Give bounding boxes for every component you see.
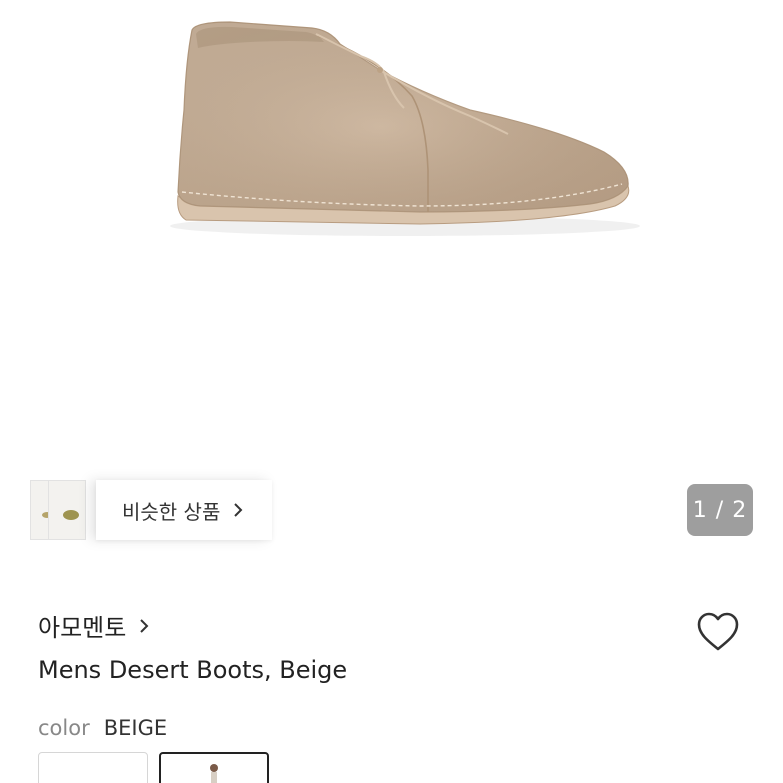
color-label: color: [38, 716, 90, 740]
heart-outline-icon: [697, 612, 739, 651]
similar-products-label: 비슷한 상품: [122, 499, 221, 524]
product-image: [170, 21, 640, 236]
similar-thumbnail: [48, 480, 86, 540]
similar-products[interactable]: 비슷한 상품: [30, 480, 272, 540]
product-image-carousel[interactable]: [0, 0, 783, 470]
image-counter-text: 1 / 2: [692, 497, 748, 523]
color-option-selected[interactable]: [159, 752, 269, 783]
chevron-right-icon: [232, 501, 244, 519]
color-option[interactable]: [38, 752, 148, 783]
wishlist-button[interactable]: [694, 608, 742, 656]
similar-products-button[interactable]: 비슷한 상품: [96, 480, 272, 540]
product-title: Mens Desert Boots, Beige: [38, 656, 348, 684]
color-row: color BEIGE: [38, 716, 167, 740]
brand-link[interactable]: 아모멘토: [38, 608, 150, 643]
image-counter: 1 / 2: [687, 484, 753, 536]
chevron-right-icon: [138, 617, 150, 635]
brand-name: 아모멘토: [38, 614, 127, 642]
color-value: BEIGE: [103, 716, 168, 740]
product-page: 비슷한 상품 1 / 2 아모멘토 Mens Desert Boots, Bei…: [0, 0, 783, 783]
